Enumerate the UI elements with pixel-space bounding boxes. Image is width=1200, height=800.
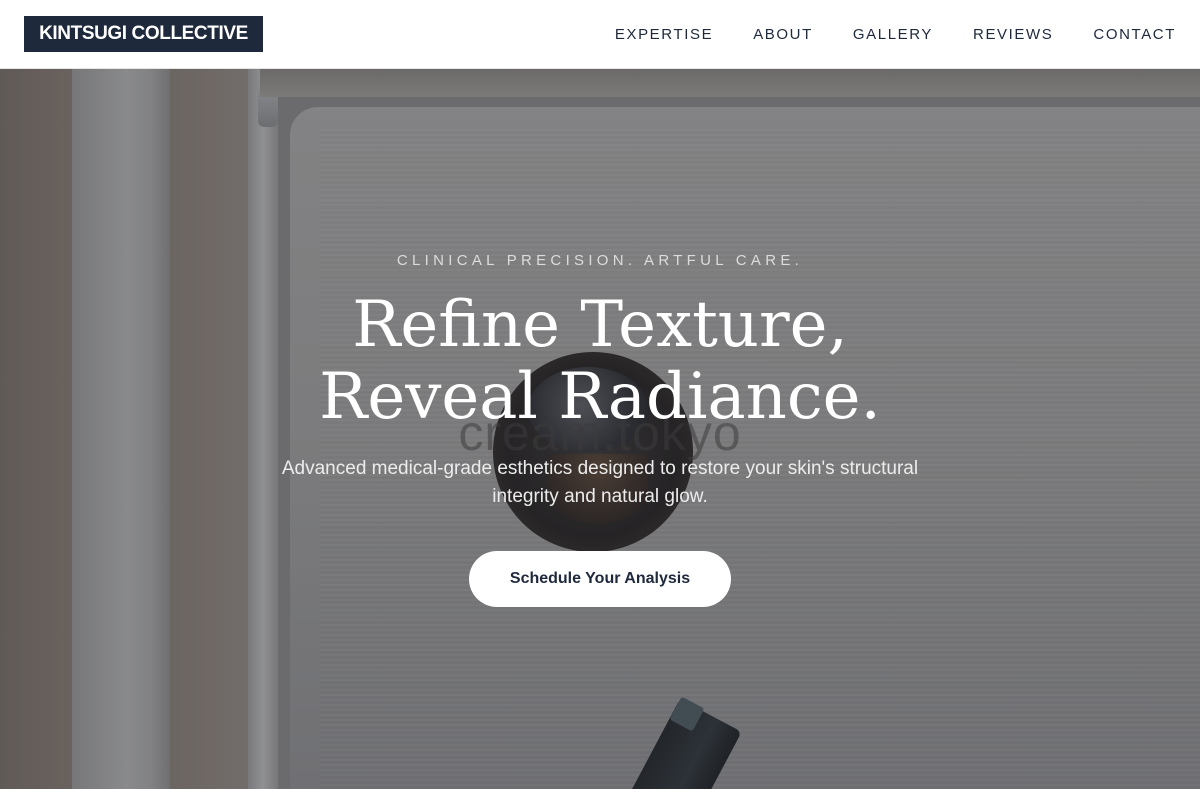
- nav-link-gallery[interactable]: GALLERY: [853, 26, 933, 43]
- nav-link-contact[interactable]: CONTACT: [1093, 26, 1176, 43]
- hero-headline: Refine Texture, Reveal Radiance.: [0, 289, 1200, 433]
- site-logo[interactable]: KINTSUGI COLLECTIVE: [24, 16, 263, 52]
- hero-headline-line2: Reveal Radiance.: [319, 360, 881, 434]
- site-header: KINTSUGI COLLECTIVE EXPERTISE ABOUT GALL…: [0, 0, 1200, 69]
- hero-eyebrow: CLINICAL PRECISION. ARTFUL CARE.: [396, 252, 804, 269]
- hero-section: cream.tokyo CLINICAL PRECISION. ARTFUL C…: [0, 69, 1200, 789]
- nav-link-expertise[interactable]: EXPERTISE: [615, 26, 713, 43]
- nav-link-about[interactable]: ABOUT: [753, 26, 813, 43]
- schedule-analysis-button[interactable]: Schedule Your Analysis: [469, 551, 731, 607]
- main-nav: EXPERTISE ABOUT GALLERY REVIEWS CONTACT: [615, 0, 1176, 68]
- hero-headline-line1: Refine Texture,: [352, 288, 848, 362]
- hero-content: CLINICAL PRECISION. ARTFUL CARE. Refine …: [0, 69, 1200, 789]
- nav-link-reviews[interactable]: REVIEWS: [973, 26, 1053, 43]
- hero-subtitle: Advanced medical-grade esthetics designe…: [281, 458, 919, 507]
